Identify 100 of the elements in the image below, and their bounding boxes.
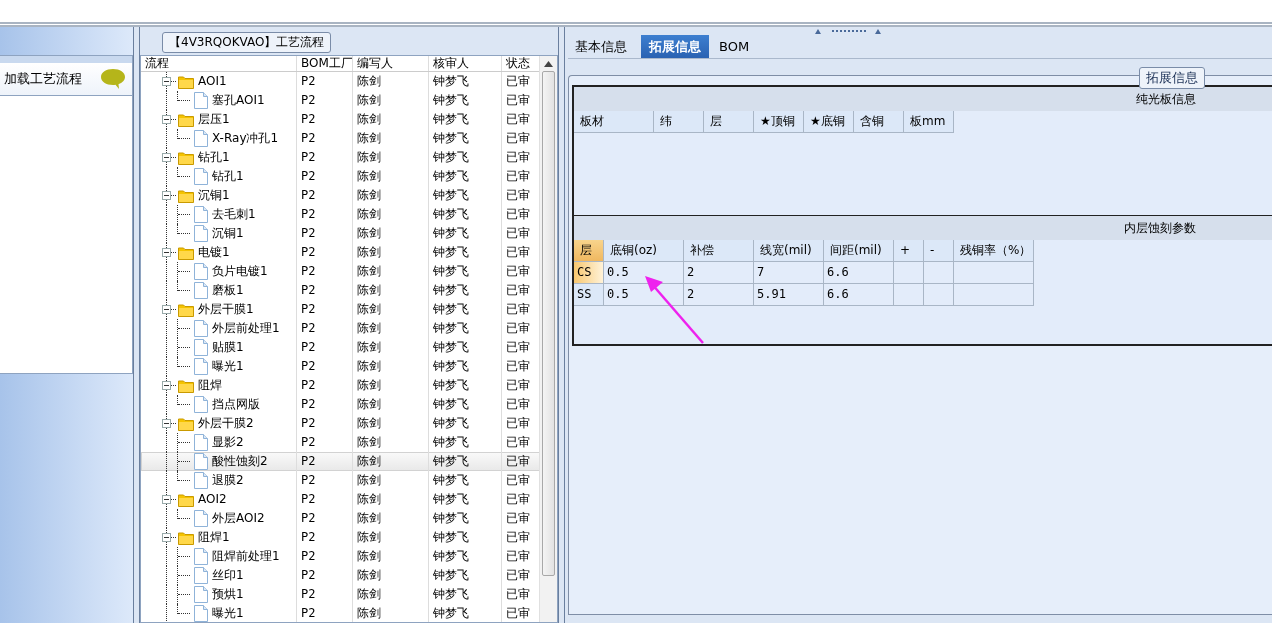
table-cell: 6.6 <box>824 284 894 306</box>
table-cell: 钟梦飞 <box>429 604 502 622</box>
tab[interactable]: 基本信息 <box>571 35 637 58</box>
step-name: 丝印1 <box>212 567 244 584</box>
column-header[interactable]: ★顶铜 <box>754 111 804 133</box>
table-cell: P2 <box>297 509 353 528</box>
table-cell: 陈剑 <box>353 205 429 224</box>
table-cell: 钟梦飞 <box>429 395 502 414</box>
column-header[interactable]: BOM工厂 <box>297 56 353 71</box>
column-header[interactable]: 残铜率（%） <box>954 240 1034 262</box>
collapse-icon[interactable] <box>162 248 171 257</box>
table-cell: 2 <box>684 262 754 284</box>
step-name: 阻焊 <box>198 377 222 394</box>
folder-icon <box>178 378 194 393</box>
table-cell: P2 <box>297 281 353 300</box>
table-cell: 钟梦飞 <box>429 186 502 205</box>
column-header[interactable]: 层 <box>574 240 604 262</box>
group-legend: 拓展信息 <box>1139 67 1205 89</box>
table-cell: P2 <box>297 414 353 433</box>
splitter-grip-icon[interactable] <box>815 28 881 34</box>
step-name: 外层干膜1 <box>198 301 254 318</box>
collapse-icon[interactable] <box>162 495 171 504</box>
table-cell: 钟梦飞 <box>429 148 502 167</box>
panel-legend: 【4V3RQOKVAO】工艺流程 <box>162 32 332 53</box>
table-cell: 钟梦飞 <box>429 566 502 585</box>
column-header[interactable]: 底铜(oz) <box>604 240 684 262</box>
row-header[interactable]: SS <box>574 284 604 306</box>
column-header[interactable]: 编写人 <box>353 56 429 71</box>
table-cell: 钟梦飞 <box>429 129 502 148</box>
table-cell: P2 <box>297 376 353 395</box>
table-cell: P2 <box>297 72 353 91</box>
table-cell <box>924 284 954 306</box>
step-name: AOI2 <box>198 491 227 508</box>
collapse-icon[interactable] <box>162 191 171 200</box>
table-cell: 陈剑 <box>353 281 429 300</box>
column-header[interactable]: 间距(mil) <box>824 240 894 262</box>
column-header[interactable]: 线宽(mil) <box>754 240 824 262</box>
column-header[interactable]: - <box>924 240 954 262</box>
step-name: 外层AOI2 <box>212 510 265 527</box>
table-cell: 钟梦飞 <box>429 338 502 357</box>
scroll-up-icon[interactable] <box>544 61 553 67</box>
column-header[interactable]: 补偿 <box>684 240 754 262</box>
column-header[interactable]: 纬 <box>654 111 704 133</box>
table-cell: 钟梦飞 <box>429 91 502 110</box>
collapse-icon[interactable] <box>162 381 171 390</box>
table-cell: 0.5 <box>604 284 684 306</box>
collapse-icon[interactable] <box>162 533 171 542</box>
step-name: 挡点网版 <box>212 396 260 413</box>
document-icon <box>194 434 208 451</box>
step-name: 塞孔AOI1 <box>212 92 265 109</box>
table-cell: 陈剑 <box>353 167 429 186</box>
collapse-icon[interactable] <box>162 305 171 314</box>
folder-icon <box>178 245 194 260</box>
splitter-handle[interactable] <box>558 27 565 623</box>
column-header[interactable]: 层 <box>704 111 754 133</box>
step-name: 阻焊1 <box>198 529 230 546</box>
tab[interactable]: BOM <box>715 35 760 58</box>
column-header[interactable]: + <box>894 240 924 262</box>
step-name: 酸性蚀刻2 <box>212 453 268 470</box>
collapse-icon[interactable] <box>162 153 171 162</box>
step-name: X-Ray冲孔1 <box>212 130 279 147</box>
collapse-icon[interactable] <box>162 115 171 124</box>
folder-icon <box>178 74 194 89</box>
tree-row[interactable]: 酸性蚀刻2 P2 陈剑 钟梦飞 已审 <box>141 452 540 471</box>
panel-title: 加载工艺流程 <box>4 70 82 88</box>
table-cell: 陈剑 <box>353 319 429 338</box>
collapse-icon[interactable] <box>162 77 171 86</box>
tab[interactable]: 拓展信息 <box>641 35 709 58</box>
column-header[interactable]: 板mm <box>904 111 954 133</box>
column-header[interactable]: 板材 <box>574 111 654 133</box>
column-header[interactable]: 含铜 <box>854 111 904 133</box>
table-cell: 钟梦飞 <box>429 490 502 509</box>
collapse-icon[interactable] <box>162 419 171 428</box>
table-cell: P2 <box>297 319 353 338</box>
folder-icon <box>178 150 194 165</box>
table-cell: 陈剑 <box>353 566 429 585</box>
table-cell: 钟梦飞 <box>429 471 502 490</box>
table-cell: 钟梦飞 <box>429 243 502 262</box>
table-cell <box>894 262 924 284</box>
column-header[interactable]: 核审人 <box>429 56 502 71</box>
column-header[interactable]: 流程 <box>141 56 297 71</box>
scrollbar-thumb[interactable] <box>542 71 555 576</box>
table-cell: 陈剑 <box>353 338 429 357</box>
step-name: 磨板1 <box>212 282 244 299</box>
scrollbar[interactable] <box>539 56 557 622</box>
step-name: AOI1 <box>198 73 227 90</box>
table-cell: 钟梦飞 <box>429 167 502 186</box>
table-cell: 陈剑 <box>353 395 429 414</box>
table-cell: 钟梦飞 <box>429 281 502 300</box>
column-header[interactable]: ★底铜 <box>804 111 854 133</box>
step-name: 阻焊前处理1 <box>212 548 280 565</box>
table-cell: 钟梦飞 <box>429 414 502 433</box>
table-cell: 陈剑 <box>353 91 429 110</box>
table-cell: 陈剑 <box>353 509 429 528</box>
table-cell: 钟梦飞 <box>429 376 502 395</box>
row-header[interactable]: CS <box>574 262 604 284</box>
table-cell: P2 <box>297 224 353 243</box>
table-cell: P2 <box>297 490 353 509</box>
splitter-handle[interactable] <box>133 27 140 623</box>
table-cell: 钟梦飞 <box>429 528 502 547</box>
